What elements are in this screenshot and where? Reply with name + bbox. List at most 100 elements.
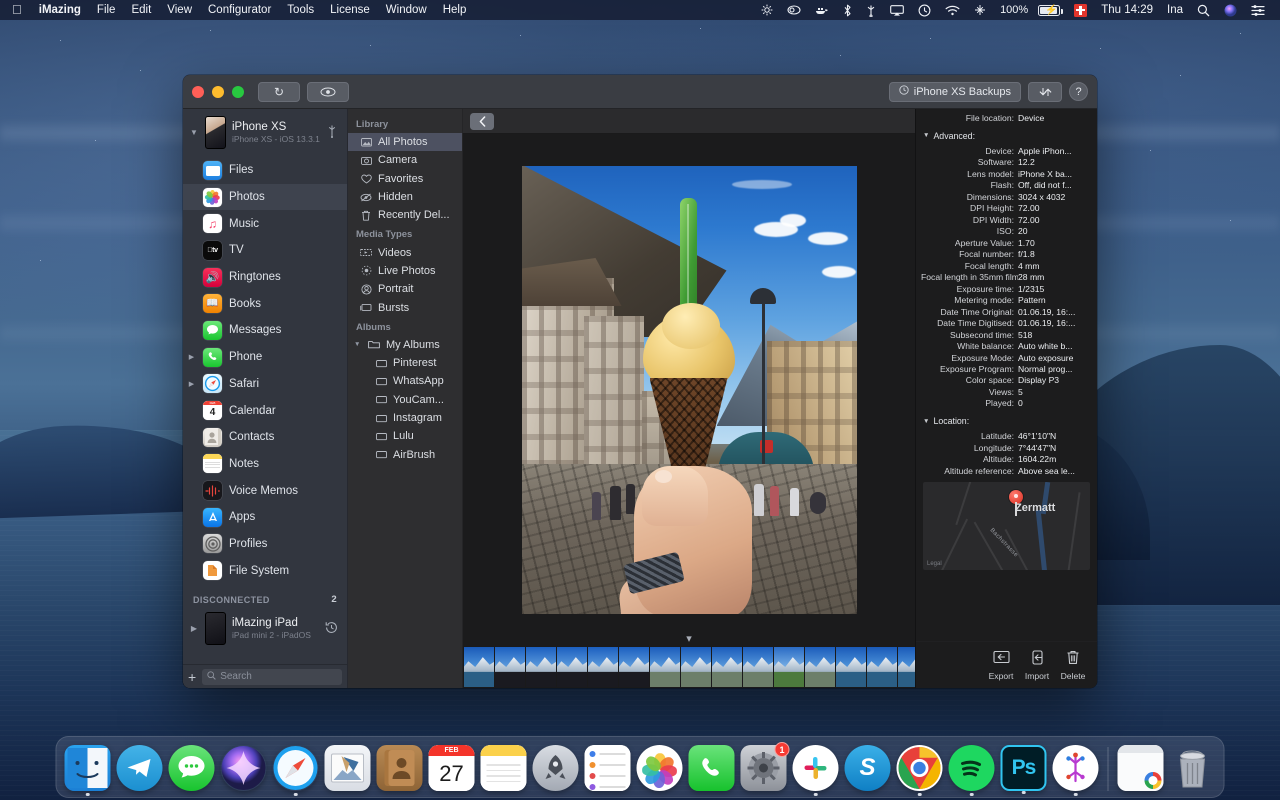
eye-icon[interactable] — [307, 81, 349, 102]
menu-item-imazing[interactable]: iMazing — [31, 0, 89, 20]
menu-item-tools[interactable]: Tools — [279, 0, 322, 20]
photo-canvas[interactable]: ▾ — [463, 134, 915, 646]
import-button[interactable]: Import — [1019, 649, 1055, 681]
minimize-button[interactable] — [212, 85, 224, 98]
location-map[interactable]: Zermatt Bachstrasse Legal — [923, 481, 1090, 570]
wifi-icon[interactable] — [938, 5, 967, 16]
adobe-creative-cloud-icon[interactable] — [780, 4, 808, 16]
sidebar-item-profiles[interactable]: Profiles — [183, 531, 347, 558]
filmstrip-thumbnail[interactable] — [743, 647, 773, 687]
filmstrip-thumbnail[interactable] — [836, 647, 866, 687]
sidebar-item-file-system[interactable]: File System — [183, 557, 347, 584]
sidebar-item-apps[interactable]: Apps — [183, 504, 347, 531]
dock-item-skype[interactable]: S — [844, 745, 891, 791]
filmstrip-thumbnail[interactable] — [557, 647, 587, 687]
add-device-button[interactable]: + — [188, 670, 196, 684]
dock-item-slack[interactable] — [792, 745, 839, 796]
transfer-arrows-icon[interactable] — [1028, 81, 1062, 102]
dock-item-system-preferences[interactable]: 1 — [740, 742, 790, 791]
menu-item-window[interactable]: Window — [378, 0, 435, 20]
refresh-icon[interactable]: ↻ — [258, 81, 300, 102]
dock-item-telegram[interactable] — [116, 745, 163, 791]
sidebar-item-messages[interactable]: Messages — [183, 317, 347, 344]
chevron-down-icon[interactable]: ▼ — [189, 128, 199, 137]
sidebar-item-phone[interactable]: ▶ Phone — [183, 344, 347, 371]
bluetooth-icon[interactable] — [836, 4, 859, 17]
back-button[interactable] — [470, 112, 494, 130]
sidebar-item-calendar[interactable]: FEB 4 Calendar — [183, 397, 347, 424]
library-item-recently-del[interactable]: Recently Del... — [348, 206, 462, 224]
library-item-lulu[interactable]: Lulu — [348, 427, 462, 445]
export-button[interactable]: Export — [983, 650, 1019, 681]
filmstrip-thumbnail[interactable] — [619, 647, 649, 687]
filmstrip-thumbnail[interactable] — [805, 647, 835, 687]
library-item-videos[interactable]: Videos — [348, 243, 462, 261]
chevron-down-icon[interactable]: ▼ — [354, 341, 362, 348]
backups-button[interactable]: iPhone XS Backups — [888, 81, 1021, 102]
battery-icon[interactable]: ⚡ — [1031, 4, 1067, 16]
filmstrip-thumbnail[interactable] — [526, 647, 556, 687]
filmstrip-thumbnail[interactable] — [774, 647, 804, 687]
library-group-my-albums[interactable]: ▼ My Albums — [348, 336, 462, 354]
user-menu-label[interactable]: Ina — [1160, 4, 1190, 16]
dock-item-trash[interactable] — [1170, 745, 1216, 791]
info-scroll-area[interactable]: File location: Device ▼ Advanced: Device:… — [916, 109, 1097, 641]
clock[interactable]: Thu 14:29 — [1094, 4, 1160, 16]
filmstrip-thumbnail[interactable] — [867, 647, 897, 687]
library-item-hidden[interactable]: Hidden — [348, 188, 462, 206]
dock-item-downloads-stack[interactable] — [1117, 745, 1164, 791]
airplay-icon[interactable] — [883, 4, 911, 16]
sidebar-item-tv[interactable]: tv TV — [183, 237, 347, 264]
location-section-header[interactable]: ▼ Location: — [923, 416, 1092, 426]
sidebar-search-input[interactable]: Search — [202, 668, 342, 685]
library-item-portrait[interactable]: Portrait — [348, 280, 462, 298]
library-item-favorites[interactable]: Favorites — [348, 170, 462, 188]
vpn-icon[interactable] — [967, 4, 993, 16]
library-item-bursts[interactable]: Bursts — [348, 298, 462, 316]
usb-device-icon[interactable] — [859, 4, 883, 17]
library-item-camera[interactable]: Camera — [348, 151, 462, 169]
menu-item-view[interactable]: View — [159, 0, 200, 20]
sidebar-item-safari[interactable]: ▶ Safari — [183, 371, 347, 398]
dock-item-safari[interactable] — [273, 745, 319, 796]
chevron-down-icon[interactable]: ▼ — [923, 132, 929, 139]
menu-item-license[interactable]: License — [322, 0, 378, 20]
help-button[interactable]: ? — [1069, 82, 1088, 101]
map-legal-link[interactable]: Legal — [927, 561, 942, 567]
advanced-section-header[interactable]: ▼ Advanced: — [923, 131, 1092, 141]
dock-item-messages[interactable] — [168, 745, 215, 791]
maximize-button[interactable] — [232, 85, 244, 98]
library-item-live-photos[interactable]: Live Photos — [348, 262, 462, 280]
library-item-instagram[interactable]: Instagram — [348, 409, 462, 427]
chevron-down-icon[interactable]: ▼ — [923, 418, 929, 425]
dock-item-reminders[interactable] — [584, 745, 631, 791]
history-clock-icon[interactable] — [325, 621, 341, 637]
apple-menu-icon[interactable]:  — [8, 0, 31, 20]
dock-item-launchpad[interactable] — [532, 745, 579, 791]
chevron-down-icon[interactable]: ▾ — [686, 632, 692, 645]
filmstrip-thumbnail[interactable] — [681, 647, 711, 687]
sidebar-item-contacts[interactable]: Contacts — [183, 424, 347, 451]
dock-item-photos[interactable] — [636, 745, 683, 791]
sidebar-item-photos[interactable]: Photos — [183, 183, 347, 211]
library-item-airbrush[interactable]: AirBrush — [348, 445, 462, 463]
filmstrip-thumbnail[interactable] — [650, 647, 680, 687]
sidebar-item-ringtones[interactable]: 🔊 Ringtones — [183, 264, 347, 291]
library-item-youcam[interactable]: YouCam... — [348, 391, 462, 409]
menu-item-help[interactable]: Help — [435, 0, 475, 20]
dock-item-siri[interactable] — [221, 745, 267, 791]
keyboard-input-flag-icon[interactable] — [1067, 3, 1094, 17]
filmstrip-thumbnail[interactable] — [588, 647, 618, 687]
menu-item-file[interactable]: File — [89, 0, 124, 20]
sidebar-item-books[interactable]: 📖 Books — [183, 290, 347, 317]
menu-item-configurator[interactable]: Configurator — [200, 0, 279, 20]
sidebar-item-notes[interactable]: Notes — [183, 451, 347, 478]
sidebar-item-music[interactable]: ♫ Music — [183, 210, 347, 237]
filmstrip[interactable] — [463, 646, 915, 688]
close-button[interactable] — [192, 85, 204, 98]
menu-item-edit[interactable]: Edit — [123, 0, 159, 20]
dock-item-photoshop[interactable]: Ps — [1000, 745, 1047, 794]
dock-item-calendar[interactable]: FEB 27 — [428, 745, 475, 791]
filmstrip-thumbnail[interactable] — [464, 647, 494, 687]
filmstrip-thumbnail[interactable] — [712, 647, 742, 687]
